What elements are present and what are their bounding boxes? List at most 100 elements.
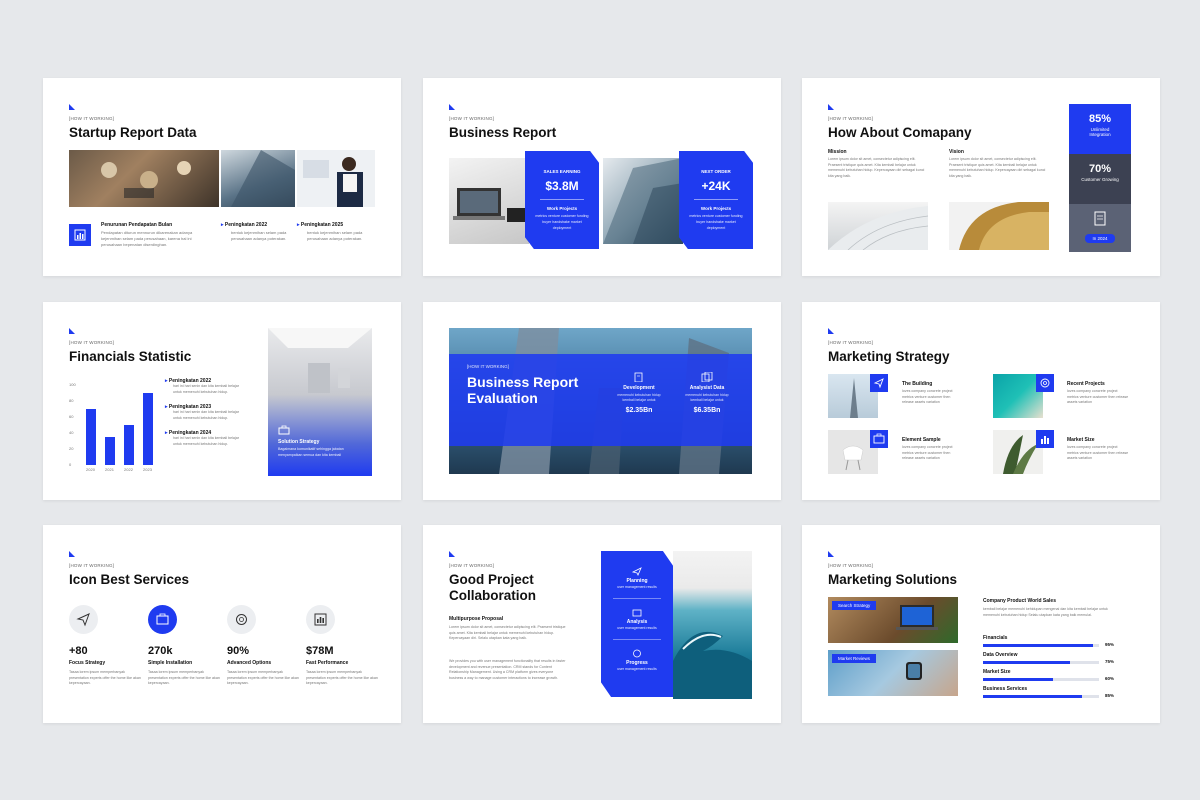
building-photo [221, 150, 295, 207]
corner-mark [828, 104, 834, 110]
y-tick-label: 20 [69, 446, 74, 451]
x-tick-label: 2022 [124, 467, 133, 472]
steps-card: Planning user management results Analysi… [601, 551, 673, 697]
paragraph: Lorem ipsum dolor sit amet, consectetur … [449, 625, 566, 640]
gear-icon [1040, 378, 1050, 388]
businessman-photo [297, 150, 375, 207]
evaluation-banner: [HOW IT WORKING] Business Report Evaluati… [449, 354, 752, 446]
kicker: [HOW IT WORKING] [69, 563, 115, 568]
corner-mark [69, 328, 75, 334]
progress-list: Financials 95% Data Overview 75% Market Size… [983, 635, 1131, 703]
search-strategy-tag: Search Strategy [832, 601, 877, 610]
progress-fill [983, 678, 1053, 681]
briefcase-icon [632, 609, 642, 617]
progress-row: Financials 95% [983, 635, 1131, 651]
chart-bar [85, 409, 96, 465]
x-tick-label: 2023 [143, 467, 152, 472]
architecture-photo [828, 202, 928, 250]
progress-label: Market Size [983, 669, 1011, 675]
slide-icon-services[interactable]: [HOW IT WORKING] Icon Best Services +80 … [43, 525, 401, 723]
document-icon [634, 372, 643, 382]
list-item: Recent Projects loves company concrete pr… [1067, 381, 1129, 404]
send-icon-box [870, 374, 888, 392]
corner-mark [828, 328, 834, 334]
briefcase-icon [278, 425, 290, 435]
development-stat: Development memenuhi kebutuhan hidup kem… [609, 372, 669, 414]
corner-mark [828, 551, 834, 557]
y-tick-label: 60 [69, 414, 74, 419]
info-item: Penurunan Pendapatan Bulan Pendapatan di… [101, 222, 193, 247]
step-analysis: Analysis user management results [601, 608, 673, 630]
briefcase-icon [873, 433, 885, 444]
slide-marketing-solutions[interactable]: [HOW IT WORKING] Marketing Solutions Sea… [802, 525, 1160, 723]
slide-startup-report[interactable]: [HOW IT WORKING] Startup Report Data Pen… [43, 78, 401, 276]
gear-icon [633, 649, 641, 658]
kicker: [HOW IT WORKING] [69, 116, 115, 121]
send-icon [631, 567, 642, 576]
list-item: Element Sample loves company concrete pro… [902, 437, 953, 460]
progress-label: Financials [983, 635, 1008, 641]
kicker: [HOW IT WORKING] [828, 116, 874, 121]
slide-title: Icon Best Services [69, 572, 190, 587]
progress-row: Data Overview 75% [983, 652, 1131, 668]
copy-icon [701, 372, 713, 382]
y-tick-label: 100 [69, 382, 76, 387]
slide-financials[interactable]: [HOW IT WORKING] Financials Statistic 10… [43, 302, 401, 500]
analysis-stat: Analysist Data memenuhi kebutuhan hidup … [677, 372, 737, 414]
step-planning: Planning user management results [601, 567, 673, 589]
corner-mark [69, 551, 75, 557]
kicker: [HOW IT WORKING] [69, 340, 115, 345]
info-item: ▸ Peningkatan 2025 bentuk kejenmihan sel… [297, 222, 363, 241]
slide-evaluation[interactable]: [HOW IT WORKING] Business Report Evaluati… [423, 302, 781, 500]
chart-bar [142, 393, 153, 465]
bar-chart-icon [74, 229, 86, 241]
progress-label: Data Overview [983, 652, 1018, 658]
progress-value: 75% [1105, 659, 1115, 664]
progress-row: Market Size 60% [983, 669, 1131, 685]
laptop-desk-photo [449, 158, 529, 244]
slide-marketing-strategy[interactable]: [HOW IT WORKING] Marketing Strategy The … [802, 302, 1160, 500]
service-item: 270k Simple Installation Tasaa lorem ips… [148, 605, 220, 687]
y-axis: 100 80 60 40 20 0 [69, 382, 79, 469]
progress-value: 60% [1105, 676, 1115, 681]
list-item: ▸ Peningkatan 2023 hari ini hari senin da… [165, 404, 239, 420]
slide-title: Good Project Collaboration [449, 572, 536, 603]
progress-label: Business Services [983, 686, 1028, 692]
service-item: 90% Advanced Options Tasaa lorem ipsum m… [227, 605, 299, 687]
chart-bar [123, 425, 134, 465]
service-item: +80 Focus Strategy Tasaa lorem ipsum mem… [69, 605, 141, 687]
section-description: kembali belajar memenuhi kehidupan menge… [983, 607, 1108, 617]
slide-title: Marketing Strategy [828, 349, 950, 364]
progress-value: 85% [1105, 693, 1115, 698]
list-item: ▸ Peningkatan 2024 hari ini hari senin da… [165, 430, 239, 446]
slide-business-report[interactable]: [HOW IT WORKING] Business Report SALES E… [423, 78, 781, 276]
list-item: The Building loves company concrete proje… [902, 381, 953, 404]
integration-stat: 85% Unlimited Integration [1069, 104, 1131, 154]
legend-list: ▸ Peningkatan 2022 hari ini hari senin da… [165, 378, 247, 447]
slide-title: Business Report [449, 125, 557, 140]
slide-about-company[interactable]: [HOW IT WORKING] How About Comapany Miss… [802, 78, 1160, 276]
send-icon [76, 613, 90, 627]
list-item: Market Size loves company concrete projec… [1067, 437, 1129, 460]
slide-title: Financials Statistic [69, 349, 192, 364]
chart-icon-box [69, 224, 91, 246]
bar-chart-icon [1041, 436, 1049, 444]
slide-collaboration[interactable]: [HOW IT WORKING] Good Project Collaborati… [423, 525, 781, 723]
gear-icon [236, 614, 247, 625]
progress-fill [983, 644, 1094, 647]
kicker: [HOW IT WORKING] [828, 340, 874, 345]
step-progress: Progress user management results [601, 649, 673, 671]
gold-building-photo [949, 202, 1049, 250]
stats-column: 85% Unlimited Integration 70% Customer G… [1069, 104, 1131, 252]
chart-bar [104, 437, 115, 465]
y-tick-label: 40 [69, 430, 74, 435]
paragraph: We provides you with user management fun… [449, 659, 566, 680]
market-reviews-tag: Market Reviews [832, 654, 877, 663]
corner-mark [69, 104, 75, 110]
bar-chart-icon [314, 613, 327, 626]
kicker: [HOW IT WORKING] [449, 116, 495, 121]
send-icon [873, 378, 884, 389]
sales-earning-card: SALES EARNING $3.8M Work Projects metric… [525, 151, 599, 249]
chart-icon-box [1036, 430, 1054, 448]
next-order-card: NEXT ORDER +24K Work Projects metrics ve… [679, 151, 753, 249]
